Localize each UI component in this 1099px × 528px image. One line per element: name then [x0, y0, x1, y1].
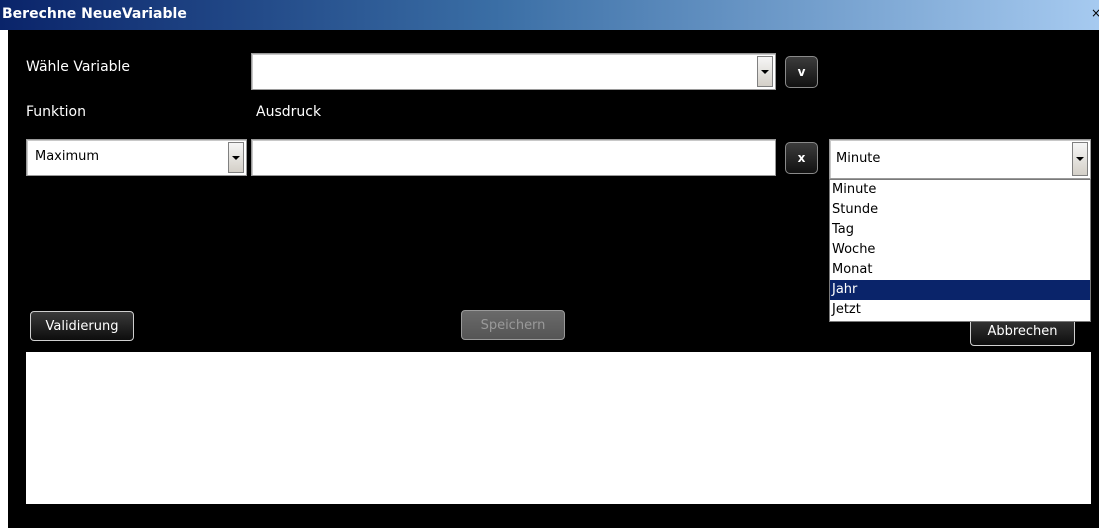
dropdown-option[interactable]: Stunde	[830, 200, 1090, 220]
dropdown-option[interactable]: Woche	[830, 240, 1090, 260]
variable-select[interactable]	[251, 53, 776, 90]
output-area[interactable]	[26, 352, 1091, 504]
expression-input[interactable]	[251, 139, 776, 176]
variable-button[interactable]: v	[785, 56, 818, 88]
validate-button[interactable]: Validierung	[30, 311, 134, 341]
window-title: Berechne NeueVariable	[2, 6, 187, 22]
dropdown-option[interactable]: Monat	[830, 260, 1090, 280]
unit-select[interactable]: Minute	[829, 139, 1091, 179]
dialog-window: Berechne NeueVariable × Wähle Variable v…	[0, 0, 1099, 528]
dropdown-option-selected[interactable]: Jahr	[830, 280, 1090, 300]
chevron-down-icon[interactable]	[757, 56, 773, 87]
close-icon[interactable]: ×	[1091, 6, 1099, 20]
title-bar[interactable]: Berechne NeueVariable ×	[0, 0, 1099, 30]
save-button[interactable]: Speichern	[461, 310, 565, 340]
expression-label: Ausdruck	[256, 104, 322, 120]
clear-button[interactable]: x	[785, 142, 818, 174]
unit-select-value: Minute	[836, 151, 881, 166]
chevron-down-icon[interactable]	[228, 142, 244, 173]
dropdown-option[interactable]: Jetzt	[830, 300, 1090, 320]
function-select-value: Maximum	[35, 149, 100, 164]
chevron-down-icon[interactable]	[1072, 142, 1088, 176]
variable-label: Wähle Variable	[26, 59, 131, 75]
function-label: Funktion	[26, 104, 86, 120]
function-select[interactable]: Maximum	[26, 139, 247, 176]
unit-dropdown-list[interactable]: Minute Stunde Tag Woche Monat Jahr Jetzt	[829, 179, 1091, 322]
dropdown-option[interactable]: Tag	[830, 220, 1090, 240]
dropdown-option[interactable]: Minute	[830, 180, 1090, 200]
